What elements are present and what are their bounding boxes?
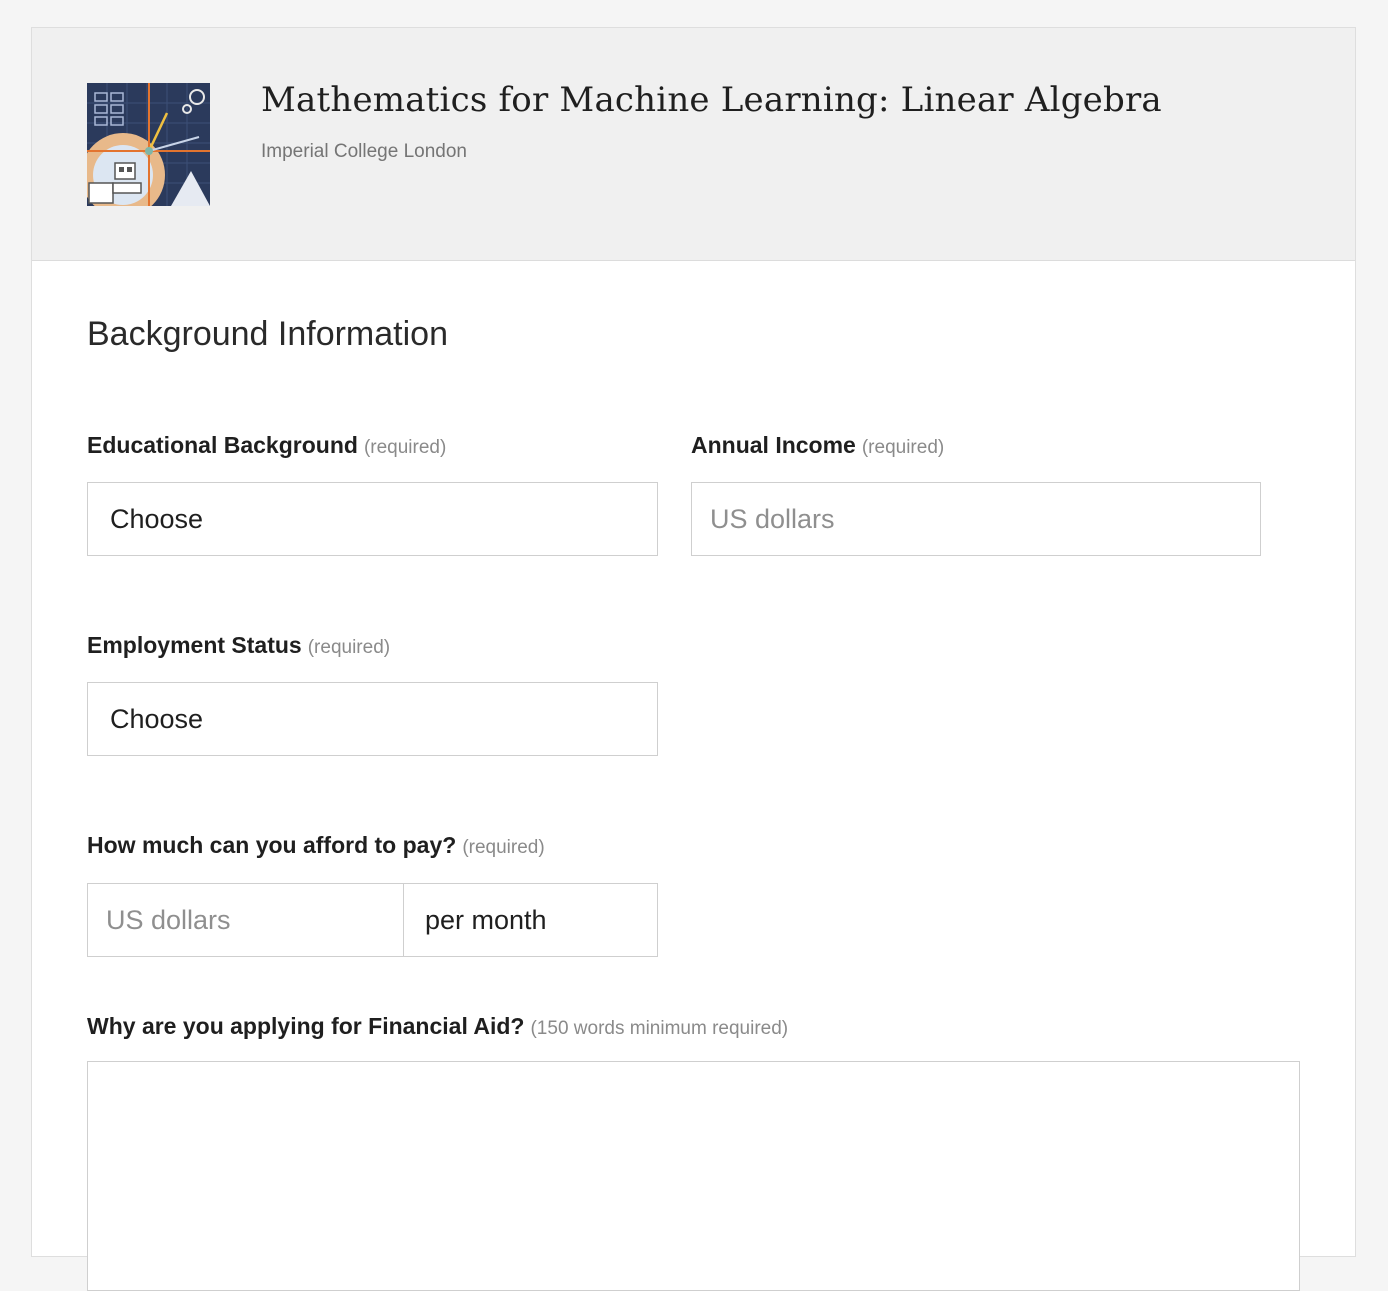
financial-aid-form-card: Mathematics for Machine Learning: Linear… [31, 27, 1356, 1291]
income-label-text: Annual Income [691, 432, 856, 458]
annual-income-input[interactable]: US dollars [691, 482, 1261, 556]
afford-amount-input[interactable]: US dollars [87, 883, 404, 957]
reason-label: Why are you applying for Financial Aid?(… [87, 1013, 788, 1040]
afford-label-text: How much can you afford to pay? [87, 832, 457, 858]
afford-required-note: (required) [462, 837, 545, 858]
page-background: Mathematics for Machine Learning: Linear… [0, 6, 1388, 1291]
section-title: Background Information [87, 315, 448, 353]
income-required-note: (required) [861, 437, 945, 458]
employment-label: Employment Status (required) [87, 632, 390, 659]
education-label-text: Educational Background [87, 432, 358, 458]
education-select[interactable]: Choose [87, 482, 658, 556]
reason-required-note: (150 words minimum required) [530, 1018, 789, 1039]
course-partner: Imperial College London [261, 141, 467, 162]
course-header: Mathematics for Machine Learning: Linear… [32, 28, 1355, 261]
education-required-note: (required) [363, 437, 447, 458]
reason-label-text: Why are you applying for Financial Aid? [87, 1013, 525, 1039]
income-label: Annual Income (required) [691, 432, 944, 459]
afford-input-group: US dollars per month [87, 883, 658, 957]
afford-label: How much can you afford to pay? (required… [87, 832, 545, 859]
employment-select[interactable]: Choose [87, 682, 658, 756]
education-label: Educational Background (required) [87, 432, 446, 459]
course-title: Mathematics for Machine Learning: Linear… [261, 80, 1162, 120]
employment-label-text: Employment Status [87, 632, 302, 658]
course-thumbnail-art [87, 83, 210, 206]
course-thumbnail-image [87, 83, 210, 206]
employment-required-note: (required) [307, 637, 391, 658]
reason-textarea[interactable] [87, 1061, 1300, 1291]
afford-period-select[interactable]: per month [403, 883, 658, 957]
